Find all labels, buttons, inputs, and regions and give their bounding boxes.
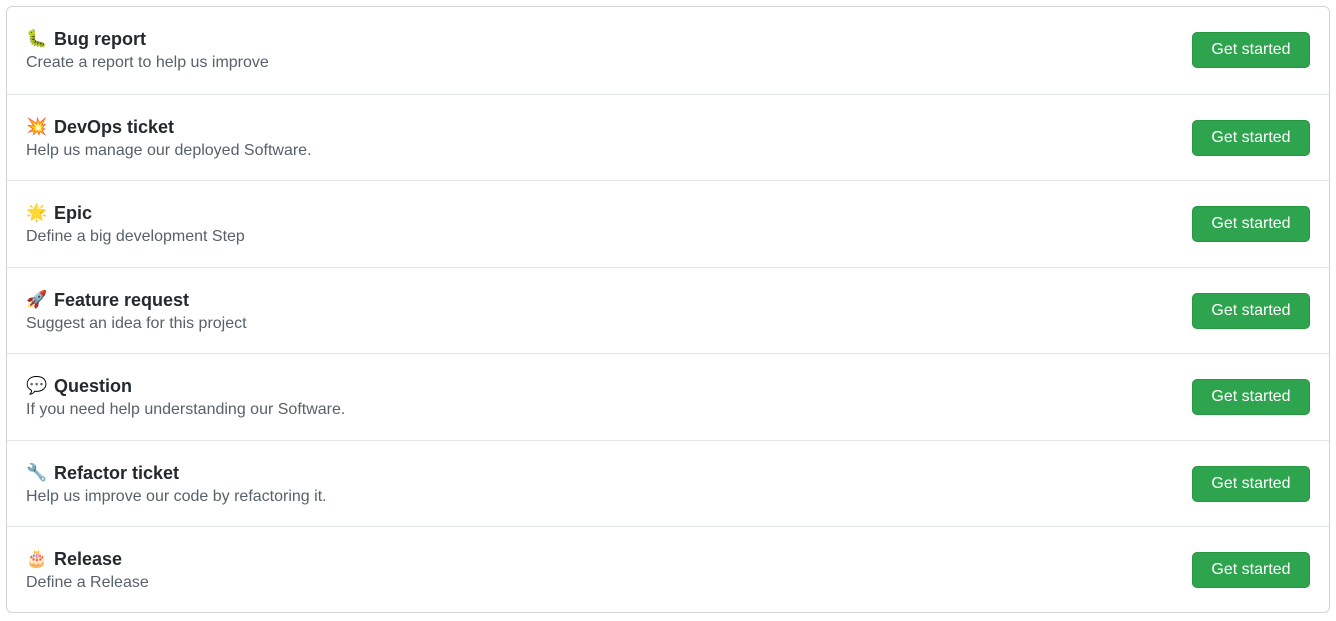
template-title-line: 🌟 Epic [26,202,245,224]
template-info: 💥 DevOps ticket Help us manage our deplo… [26,116,312,161]
collision-icon: 💥 [26,116,48,137]
template-description: Help us manage our deployed Software. [26,141,312,159]
rocket-icon: 🚀 [26,289,48,310]
get-started-button[interactable]: Get started [1192,32,1310,68]
get-started-button[interactable]: Get started [1192,119,1310,156]
template-description: Create a report to help us improve [26,54,269,71]
template-info: 🌟 Epic Define a big development Step [26,202,245,247]
template-row-feature-request: 🚀 Feature request Suggest an idea for th… [7,266,1329,354]
template-info: 🐛 Bug report Create a report to help us … [26,28,269,73]
bug-icon: 🐛 [26,29,48,49]
template-title-line: 🚀 Feature request [26,289,247,311]
template-description: Suggest an idea for this project [26,314,247,332]
template-title: Epic [54,203,93,223]
template-row-release: 🎂 Release Define a Release Get started [7,526,1329,612]
speech-balloon-icon: 💬 [26,376,48,396]
get-started-button[interactable]: Get started [1192,552,1310,588]
template-info: 🔧 Refactor ticket Help us improve our co… [26,462,327,507]
template-title-line: 🐛 Bug report [26,28,269,50]
template-title: Bug report [54,29,146,49]
template-title-line: 🔧 Refactor ticket [26,462,327,484]
template-row-bug-report: 🐛 Bug report Create a report to help us … [7,7,1329,94]
get-started-button[interactable]: Get started [1192,379,1310,415]
template-title: Refactor ticket [54,462,180,483]
template-title: DevOps ticket [54,116,175,137]
template-title-line: 💥 DevOps ticket [26,116,312,138]
birthday-cake-icon: 🎂 [26,549,48,569]
template-description: Define a big development Step [26,228,245,245]
template-row-devops-ticket: 💥 DevOps ticket Help us manage our deplo… [7,93,1329,181]
template-description: If you need help understanding our Softw… [26,401,346,418]
wrench-icon: 🔧 [26,462,48,483]
issue-template-list: 🐛 Bug report Create a report to help us … [6,6,1330,613]
template-title: Feature request [54,289,190,310]
template-description: Define a Release [26,574,149,591]
glowing-star-icon: 🌟 [26,203,48,223]
get-started-button[interactable]: Get started [1192,292,1310,329]
template-info: 🎂 Release Define a Release [26,548,149,593]
template-info: 🚀 Feature request Suggest an idea for th… [26,289,247,334]
template-description: Help us improve our code by refactoring … [26,487,327,505]
template-row-refactor-ticket: 🔧 Refactor ticket Help us improve our co… [7,439,1329,527]
template-title: Question [54,376,133,396]
template-title-line: 🎂 Release [26,548,149,570]
template-title: Release [54,549,123,569]
get-started-button[interactable]: Get started [1192,206,1310,242]
get-started-button[interactable]: Get started [1192,465,1310,502]
template-row-question: 💬 Question If you need help understandin… [7,353,1329,440]
template-title-line: 💬 Question [26,375,345,397]
template-row-epic: 🌟 Epic Define a big development Step Get… [7,180,1329,267]
template-info: 💬 Question If you need help understandin… [26,375,345,420]
